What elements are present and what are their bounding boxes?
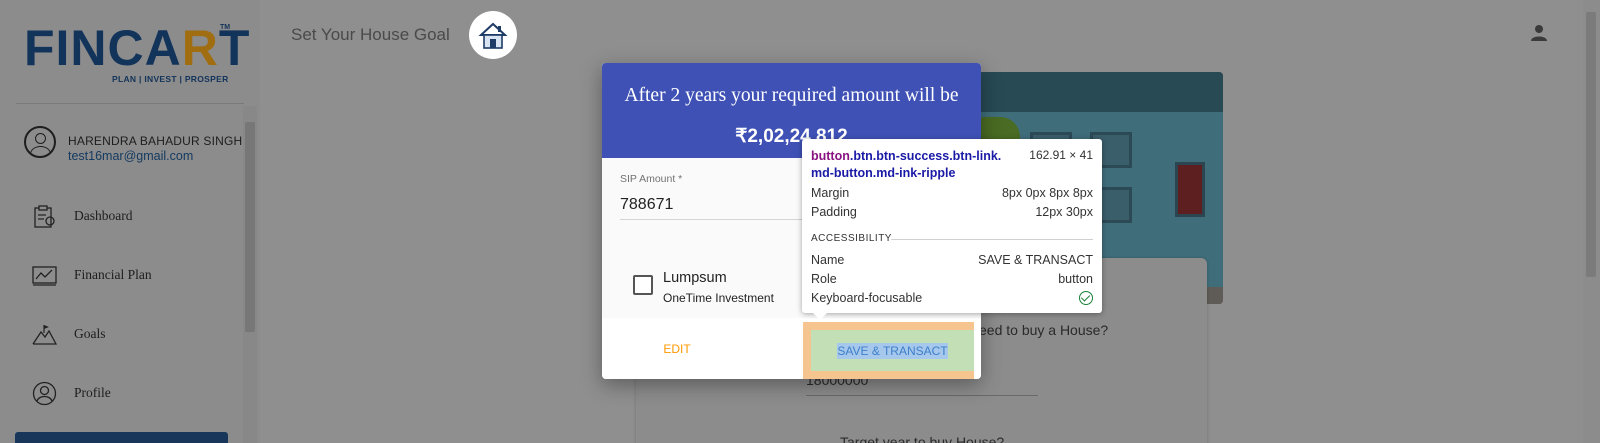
tooltip-focusable-row: Keyboard-focusable bbox=[811, 291, 1093, 305]
user-email: test16mar@gmail.com bbox=[68, 149, 194, 163]
logo-tagline: PLAN | INVEST | PROSPER bbox=[112, 74, 229, 84]
sip-amount-input[interactable] bbox=[620, 190, 812, 220]
tooltip-accessibility-heading: ACCESSIBILITY bbox=[811, 233, 892, 244]
devtools-inspect-tooltip: button.btn.btn-success.btn-link. md-butt… bbox=[802, 139, 1102, 313]
tooltip-name-row: Name SAVE & TRANSACT bbox=[811, 253, 1093, 267]
user-profile: HARENDRA BAHADUR SINGH test16mar@gmail.c… bbox=[24, 124, 244, 174]
save-and-transact-button[interactable]: SAVE & TRANSACT bbox=[811, 330, 974, 371]
logo-tm: TM bbox=[220, 24, 231, 31]
lumpsum-label: Lumpsum bbox=[663, 270, 727, 286]
house-amount-question: eed to buy a House? bbox=[979, 322, 1109, 338]
tooltip-arrow bbox=[812, 312, 828, 320]
sidebar-item-profile[interactable]: Profile bbox=[32, 379, 232, 409]
tooltip-element-name: button bbox=[811, 149, 850, 163]
sip-amount-label: SIP Amount * bbox=[620, 173, 683, 185]
tooltip-padding-label: Padding bbox=[811, 205, 857, 219]
tooltip-margin-label: Margin bbox=[811, 186, 850, 200]
tooltip-name-value: SAVE & TRANSACT bbox=[978, 253, 1093, 267]
tooltip-role-value: button bbox=[1058, 272, 1093, 286]
tooltip-divider bbox=[891, 239, 1093, 240]
sidebar-item-label: Financial Plan bbox=[74, 267, 152, 282]
tooltip-size: 162.91 × 41 bbox=[1029, 148, 1093, 162]
person-icon[interactable] bbox=[1530, 24, 1548, 42]
tooltip-role-label: Role bbox=[811, 272, 837, 286]
chart-icon bbox=[32, 266, 57, 286]
sidebar-item-label: Profile bbox=[74, 385, 111, 400]
tooltip-margin-row: Margin 8px 0px 8px 8px bbox=[811, 186, 1093, 200]
tooltip-focusable-label: Keyboard-focusable bbox=[811, 291, 923, 305]
page-scrollbar-thumb[interactable] bbox=[1586, 12, 1596, 277]
user-name: HARENDRA BAHADUR SINGH bbox=[68, 134, 243, 148]
logo-wordmark: FINCART bbox=[24, 20, 251, 76]
lumpsum-checkbox[interactable] bbox=[633, 275, 653, 295]
avatar-icon bbox=[24, 126, 56, 158]
save-button-label: SAVE & TRANSACT bbox=[837, 342, 948, 359]
tooltip-padding-value: 12px 30px bbox=[1035, 205, 1093, 219]
sidebar-item-dashboard[interactable]: Dashboard bbox=[32, 202, 232, 232]
sidebar-divider bbox=[16, 103, 244, 104]
profile-icon bbox=[32, 381, 57, 406]
tooltip-name-label: Name bbox=[811, 253, 845, 267]
lumpsum-sublabel: OneTime Investment bbox=[663, 291, 774, 305]
dashboard-clipboard-icon bbox=[34, 205, 55, 228]
sidebar-item-financial-plan[interactable]: Financial Plan bbox=[32, 261, 232, 291]
fincart-logo[interactable]: FINCART TM PLAN | INVEST | PROSPER bbox=[24, 20, 251, 88]
dialog-title: After 2 years your required amount will … bbox=[624, 85, 959, 106]
sidebar-item-label: Dashboard bbox=[74, 208, 133, 223]
edit-button[interactable]: EDIT bbox=[647, 336, 707, 362]
mountain-flag-icon bbox=[32, 325, 57, 345]
page-title: Set Your House Goal bbox=[291, 25, 450, 44]
sidebar: FINCART TM PLAN | INVEST | PROSPER HAREN… bbox=[0, 0, 260, 443]
sidebar-item-label: Goals bbox=[74, 326, 106, 341]
tooltip-margin-value: 8px 0px 8px 8px bbox=[1001, 186, 1093, 200]
tooltip-role-row: Role button bbox=[811, 272, 1093, 286]
tooltip-padding-row: Padding 12px 30px bbox=[811, 205, 1093, 219]
tooltip-selector: button.btn.btn-success.btn-link. md-butt… bbox=[811, 148, 1021, 182]
house-amount-underline bbox=[806, 395, 1038, 396]
target-year-question: Target year to buy House? bbox=[840, 434, 1005, 443]
house-icon bbox=[469, 11, 517, 59]
sidebar-scrollbar-thumb[interactable] bbox=[245, 122, 255, 332]
check-circle-icon bbox=[1079, 291, 1093, 305]
sidebar-item-active[interactable] bbox=[15, 432, 228, 443]
sidebar-item-goals[interactable]: Goals bbox=[32, 320, 232, 350]
